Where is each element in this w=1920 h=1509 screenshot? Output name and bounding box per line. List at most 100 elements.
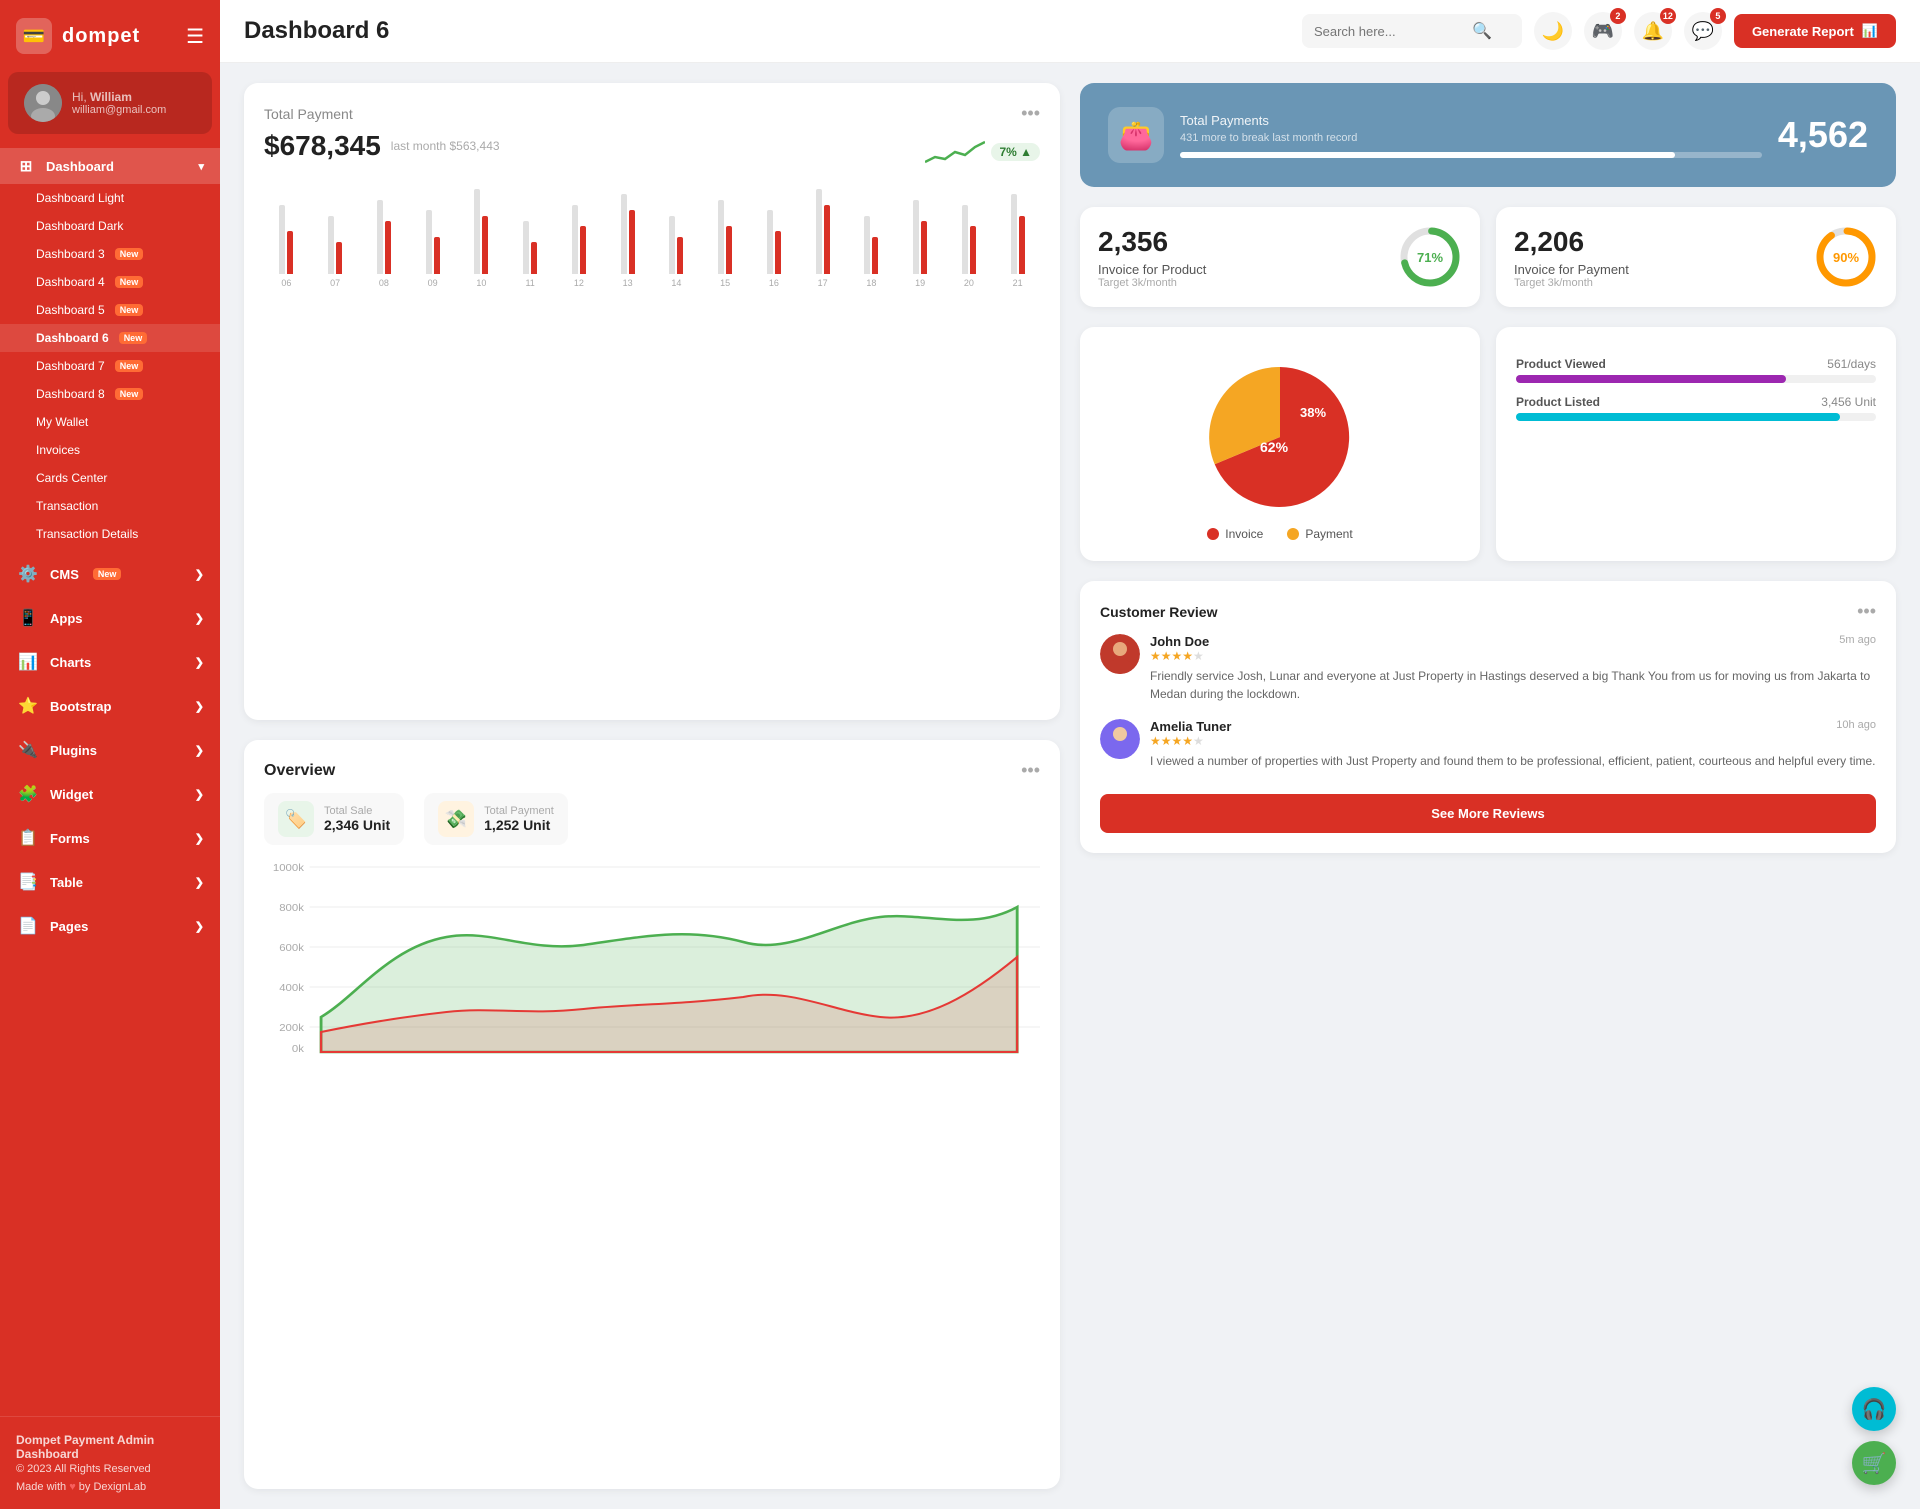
fab-cart[interactable]: 🛒 <box>1852 1441 1896 1485</box>
sub-label-my-wallet: My Wallet <box>36 415 88 429</box>
fab-support[interactable]: 🎧 <box>1852 1387 1896 1431</box>
sub-item-dashboard-8[interactable]: Dashboard 8 New <box>0 380 220 408</box>
invoice-payment-label: Invoice for Payment <box>1514 262 1629 277</box>
generate-report-label: Generate Report <box>1752 24 1854 39</box>
reviewer-1-text: Friendly service Josh, Lunar and everyon… <box>1150 667 1876 703</box>
sub-label-invoices: Invoices <box>36 443 80 457</box>
sub-item-dashboard-4[interactable]: Dashboard 4 New <box>0 268 220 296</box>
overview-card: Overview ••• 🏷️ Total Sale 2,346 Unit 💸 … <box>244 740 1060 1489</box>
invoice-product-donut: 71% <box>1398 225 1462 289</box>
payment-card-title: Total Payment <box>264 106 353 122</box>
notification-btn[interactable]: 🔔 12 <box>1634 12 1672 50</box>
hamburger-menu[interactable]: ☰ <box>186 24 204 49</box>
notification-badge: 12 <box>1660 8 1676 24</box>
sidebar-item-apps[interactable]: 📱 Apps ❯ <box>0 596 220 640</box>
bar-chart-bars <box>264 174 1040 274</box>
review-item-2: Amelia Tuner 10h ago ★★★★★ I viewed a nu… <box>1100 719 1876 770</box>
bar-gray <box>718 200 724 274</box>
sub-item-cards-center[interactable]: Cards Center <box>0 464 220 492</box>
sidebar-item-forms[interactable]: 📋 Forms ❯ <box>0 816 220 860</box>
sidebar-item-bootstrap[interactable]: ⭐ Bootstrap ❯ <box>0 684 220 728</box>
overview-stats: 🏷️ Total Sale 2,346 Unit 💸 Total Payment… <box>264 793 1040 845</box>
bootstrap-label: Bootstrap <box>50 699 111 714</box>
total-payment-value: 1,252 Unit <box>484 817 554 833</box>
sidebar-item-pages[interactable]: 📄 Pages ❯ <box>0 904 220 948</box>
banner-progress-fill <box>1180 152 1675 158</box>
trend-area: 7% ▲ <box>925 137 1040 167</box>
review-header: Customer Review ••• <box>1100 601 1876 622</box>
overview-menu[interactable]: ••• <box>1021 760 1040 781</box>
sub-item-invoices[interactable]: Invoices <box>0 436 220 464</box>
moon-icon: 🌙 <box>1542 21 1564 42</box>
see-more-reviews-button[interactable]: See More Reviews <box>1100 794 1876 833</box>
pie-legend: Invoice Payment <box>1100 527 1460 541</box>
product-viewed-header: Product Viewed 561/days <box>1516 357 1876 371</box>
bar-red <box>385 221 391 274</box>
sub-item-dashboard-7[interactable]: Dashboard 7 New <box>0 352 220 380</box>
sub-item-my-wallet[interactable]: My Wallet <box>0 408 220 436</box>
badge-new-d6: New <box>119 332 148 344</box>
sidebar-item-cms[interactable]: ⚙️ CMS New ❯ <box>0 552 220 596</box>
bar-label: 07 <box>313 278 358 288</box>
sub-item-dashboard-6[interactable]: Dashboard 6 New <box>0 324 220 352</box>
page-title: Dashboard 6 <box>244 17 1290 45</box>
bar-gray <box>328 216 334 274</box>
banner-progress <box>1180 152 1762 158</box>
plugins-arrow: ❯ <box>195 744 204 757</box>
bar-label: 11 <box>508 278 553 288</box>
message-btn[interactable]: 💬 5 <box>1684 12 1722 50</box>
bar-red <box>677 237 683 274</box>
widget-label: Widget <box>50 787 93 802</box>
bar-group <box>849 174 894 274</box>
reviewer-1-stars: ★★★★★ <box>1150 649 1876 663</box>
invoice-product-label: Invoice for Product <box>1098 262 1206 277</box>
bootstrap-icon: ⭐ <box>16 694 40 718</box>
bar-gray <box>474 189 480 274</box>
total-sale-label: Total Sale <box>324 805 390 817</box>
sub-item-dashboard-3[interactable]: Dashboard 3 New <box>0 240 220 268</box>
sidebar-item-dashboard[interactable]: ⊞ Dashboard ▾ <box>0 148 220 184</box>
content-area: Total Payment ••• $678,345 last month $5… <box>220 63 1920 1509</box>
search-input[interactable] <box>1314 24 1464 39</box>
pages-arrow: ❯ <box>195 920 204 933</box>
generate-report-button[interactable]: Generate Report 📊 <box>1734 14 1896 48</box>
sidebar-item-plugins[interactable]: 🔌 Plugins ❯ <box>0 728 220 772</box>
svg-text:71%: 71% <box>1417 250 1443 265</box>
games-btn[interactable]: 🎮 2 <box>1584 12 1622 50</box>
theme-toggle-btn[interactable]: 🌙 <box>1534 12 1572 50</box>
payment-sub: $678,345 last month $563,443 <box>264 130 1040 162</box>
review-2-meta: Amelia Tuner 10h ago <box>1150 719 1876 734</box>
dashboard-section: ⊞ Dashboard ▾ Dashboard Light Dashboard … <box>0 144 220 552</box>
bar-gray <box>1011 194 1017 274</box>
product-viewed-progress-fill <box>1516 375 1786 383</box>
bar-group <box>605 174 650 274</box>
bar-gray <box>669 216 675 274</box>
sub-item-dashboard-5[interactable]: Dashboard 5 New <box>0 296 220 324</box>
sub-label-dashboard-3: Dashboard 3 <box>36 247 105 261</box>
right-column: 👛 Total Payments 431 more to break last … <box>1080 83 1896 1489</box>
review-menu[interactable]: ••• <box>1857 601 1876 622</box>
total-payment-icon: 💸 <box>438 801 474 837</box>
sub-item-transaction[interactable]: Transaction <box>0 492 220 520</box>
topbar: Dashboard 6 🔍 🌙 🎮 2 🔔 12 💬 5 Generate Re… <box>220 0 1920 63</box>
user-profile[interactable]: Hi, William william@gmail.com <box>8 72 212 134</box>
bar-group <box>898 174 943 274</box>
review-item-1: John Doe 5m ago ★★★★★ Friendly service J… <box>1100 634 1876 703</box>
sub-item-dashboard-dark[interactable]: Dashboard Dark <box>0 212 220 240</box>
payment-card-menu[interactable]: ••• <box>1021 103 1040 124</box>
bootstrap-arrow: ❯ <box>195 700 204 713</box>
main-area: Dashboard 6 🔍 🌙 🎮 2 🔔 12 💬 5 Generate Re… <box>220 0 1920 1509</box>
total-sale-chip: 🏷️ Total Sale 2,346 Unit <box>264 793 404 845</box>
sub-item-dashboard-light[interactable]: Dashboard Light <box>0 184 220 212</box>
charts-icon: 📊 <box>16 650 40 674</box>
legend-invoice-label: Invoice <box>1225 527 1263 541</box>
sidebar-item-charts[interactable]: 📊 Charts ❯ <box>0 640 220 684</box>
banner-info: Total Payments 431 more to break last mo… <box>1180 113 1762 158</box>
sub-item-transaction-details[interactable]: Transaction Details <box>0 520 220 548</box>
sidebar-item-widget[interactable]: 🧩 Widget ❯ <box>0 772 220 816</box>
bar-group <box>362 174 407 274</box>
bar-label: 21 <box>995 278 1040 288</box>
product-viewed-value: 561/days <box>1827 357 1876 371</box>
badge-new-d8: New <box>115 388 144 400</box>
sidebar-item-table[interactable]: 📑 Table ❯ <box>0 860 220 904</box>
